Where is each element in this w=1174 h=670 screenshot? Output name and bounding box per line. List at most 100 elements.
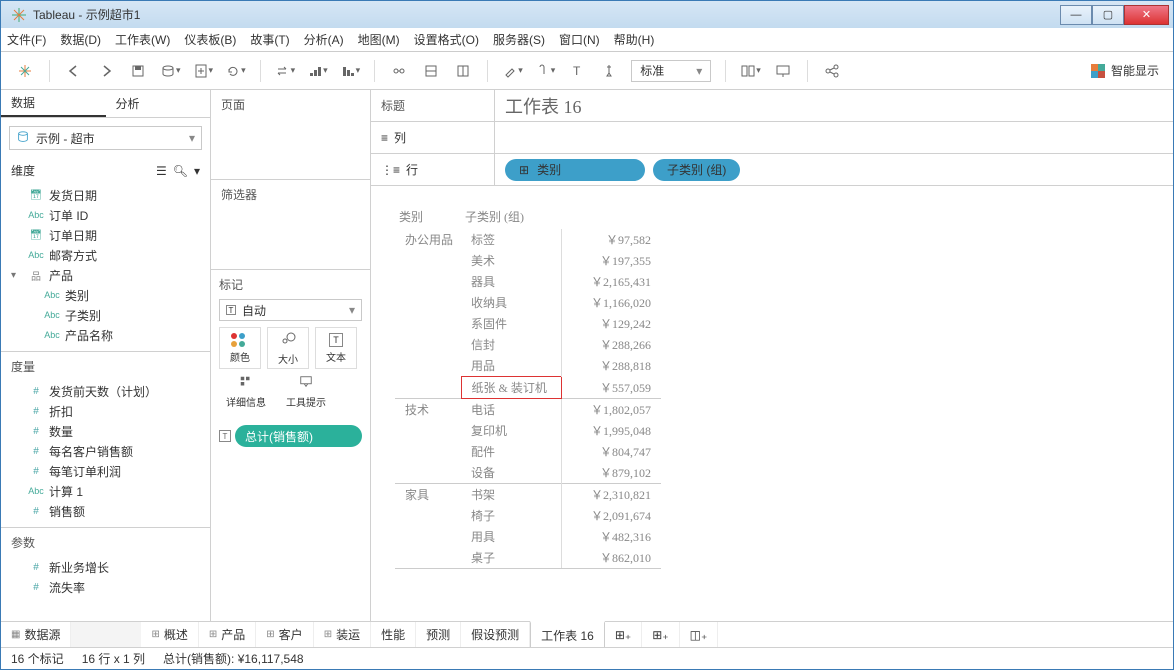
tab-data[interactable]: 数据 — [1, 90, 106, 117]
field-item[interactable]: #新业务增长 — [1, 557, 210, 577]
color-card[interactable]: 颜色 — [219, 327, 261, 369]
datasource-selector[interactable]: 示例 - 超市 ▾ — [9, 126, 202, 150]
abc-icon[interactable] — [453, 59, 473, 83]
expand-icon[interactable]: ⊞ — [519, 163, 529, 177]
table-row[interactable]: 收纳具￥1,166,020 — [395, 292, 661, 313]
new-story-tab[interactable]: ◫₊ — [680, 622, 719, 647]
table-row[interactable]: 器具￥2,165,431 — [395, 271, 661, 292]
table-row[interactable]: 配件￥804,747 — [395, 441, 661, 462]
redo-icon[interactable] — [96, 59, 116, 83]
table-row[interactable]: 办公用品标签￥97,582 — [395, 229, 661, 250]
columns-label[interactable]: ≡列 — [371, 122, 495, 153]
menu-item[interactable]: 窗口(N) — [559, 31, 600, 48]
sheet-tab[interactable]: ⊞产品 — [199, 622, 256, 647]
rows-label[interactable]: ⋮≡行 — [371, 154, 495, 185]
field-item[interactable]: #数量 — [1, 421, 210, 441]
new-worksheet-tab[interactable]: ⊞₊ — [605, 622, 642, 647]
field-item[interactable]: #每笔订单利润 — [1, 461, 210, 481]
menu-item[interactable]: 设置格式(O) — [414, 31, 479, 48]
sheet-tab[interactable]: 性能 — [371, 622, 416, 647]
minimize-button[interactable]: — — [1060, 5, 1092, 25]
detail-card[interactable]: 详细信息 — [219, 373, 273, 411]
field-item[interactable]: Abc类别 — [1, 285, 210, 305]
presentation-icon[interactable] — [773, 59, 793, 83]
sort-desc-icon[interactable]: ▾ — [340, 59, 361, 83]
field-item[interactable]: #流失率 — [1, 577, 210, 597]
totals-icon[interactable] — [421, 59, 441, 83]
text-icon[interactable]: T — [567, 59, 587, 83]
sheet-tab[interactable]: 预测 — [416, 622, 461, 647]
field-item[interactable]: 📅︎发货日期 — [1, 185, 210, 205]
field-item[interactable]: Abc计算 1 — [1, 481, 210, 501]
fit-selector[interactable]: 标准▾ — [631, 60, 711, 82]
new-datasource-icon[interactable]: ▾ — [160, 59, 181, 83]
table-row[interactable]: 技术电话￥1,802,057 — [395, 399, 661, 421]
sheet-tab[interactable]: ⊞概述 — [141, 622, 198, 647]
marks-pill-sum-sales[interactable]: 总计(销售额) — [235, 425, 362, 447]
pages-shelf[interactable]: 页面 — [211, 90, 370, 119]
new-dashboard-tab[interactable]: ⊞₊ — [642, 622, 679, 647]
menu-item[interactable]: 仪表板(B) — [184, 31, 236, 48]
tab-datasource[interactable]: ▦数据源 — [1, 622, 71, 647]
field-item[interactable]: #发货前天数（计划） — [1, 381, 210, 401]
field-item[interactable]: ▾品产品 — [1, 265, 210, 285]
visualization-area[interactable]: 类别子类别 (组) 办公用品标签￥97,582美术￥197,355器具￥2,16… — [371, 186, 1173, 621]
swap-icon[interactable]: ▾ — [275, 59, 296, 83]
sort-asc-icon[interactable]: ▾ — [307, 59, 328, 83]
table-row[interactable]: 复印机￥1,995,048 — [395, 420, 661, 441]
table-row[interactable]: 信封￥288,266 — [395, 334, 661, 355]
table-row[interactable]: 桌子￥862,010 — [395, 547, 661, 569]
field-item[interactable]: Abc产品名称 — [1, 325, 210, 345]
menu-item[interactable]: 分析(A) — [304, 31, 344, 48]
table-row[interactable]: 美术￥197,355 — [395, 250, 661, 271]
mark-type-selector[interactable]: T 自动▾ — [219, 299, 362, 321]
table-row[interactable]: 纸张 & 装订机￥557,059 — [395, 377, 661, 399]
menu-item[interactable]: 文件(F) — [7, 31, 46, 48]
save-icon[interactable] — [128, 59, 148, 83]
expand-caret-icon[interactable]: ▾ — [11, 270, 16, 281]
sheet-tab[interactable]: ⊞客户 — [256, 622, 313, 647]
tab-analysis[interactable]: 分析 — [106, 90, 211, 117]
sheet-tab[interactable]: 假设预测 — [461, 622, 530, 647]
tooltip-card[interactable]: 工具提示 — [279, 373, 333, 411]
field-item[interactable]: Abc子类别 — [1, 305, 210, 325]
highlight-icon[interactable]: ▾ — [502, 59, 523, 83]
show-me-button[interactable]: 智能显示 — [1091, 62, 1159, 79]
view-list-icon[interactable]: ☰ — [156, 164, 167, 178]
undo-icon[interactable] — [64, 59, 84, 83]
field-item[interactable]: 📅︎订单日期 — [1, 225, 210, 245]
table-row[interactable]: 家具书架￥2,310,821 — [395, 484, 661, 506]
row-pill[interactable]: 子类别 (组) — [653, 159, 740, 181]
close-button[interactable]: ✕ — [1124, 5, 1169, 25]
menu-item[interactable]: 数据(D) — [60, 31, 101, 48]
table-row[interactable]: 用品￥288,818 — [395, 355, 661, 377]
share-icon[interactable] — [822, 59, 842, 83]
clip-icon[interactable]: ▾ — [535, 59, 556, 83]
menu-item[interactable]: 工作表(W) — [115, 31, 170, 48]
maximize-button[interactable]: ▢ — [1092, 5, 1124, 25]
search-icon[interactable]: 🔍︎ — [173, 164, 188, 178]
pin-icon[interactable] — [599, 59, 619, 83]
sheet-tab[interactable]: ⊞装运 — [314, 622, 371, 647]
group-icon[interactable] — [389, 59, 409, 83]
table-row[interactable]: 用具￥482,316 — [395, 526, 661, 547]
filters-shelf[interactable]: 筛选器 — [211, 180, 370, 209]
table-row[interactable]: 设备￥879,102 — [395, 462, 661, 484]
table-row[interactable]: 椅子￥2,091,674 — [395, 505, 661, 526]
field-item[interactable]: #每名客户销售额 — [1, 441, 210, 461]
rows-shelf[interactable]: ⊞类别子类别 (组) — [495, 159, 1173, 181]
field-item[interactable]: Abc订单 ID — [1, 205, 210, 225]
field-item[interactable]: #折扣 — [1, 401, 210, 421]
menu-item[interactable]: 故事(T) — [250, 31, 289, 48]
table-row[interactable]: 系固件￥129,242 — [395, 313, 661, 334]
sheet-tab[interactable]: 工作表 16 — [530, 621, 605, 647]
menu-item[interactable]: 服务器(S) — [493, 31, 545, 48]
sheet-title[interactable]: 工作表 16 — [505, 93, 582, 119]
size-card[interactable]: 大小 — [267, 327, 309, 369]
menu-item[interactable]: 帮助(H) — [614, 31, 655, 48]
new-worksheet-icon[interactable]: ▾ — [193, 59, 214, 83]
show-cards-icon[interactable]: ▾ — [740, 59, 761, 83]
chevron-down-icon[interactable]: ▾ — [194, 164, 200, 178]
field-item[interactable]: #销售额 — [1, 501, 210, 521]
field-item[interactable]: Abc邮寄方式 — [1, 245, 210, 265]
